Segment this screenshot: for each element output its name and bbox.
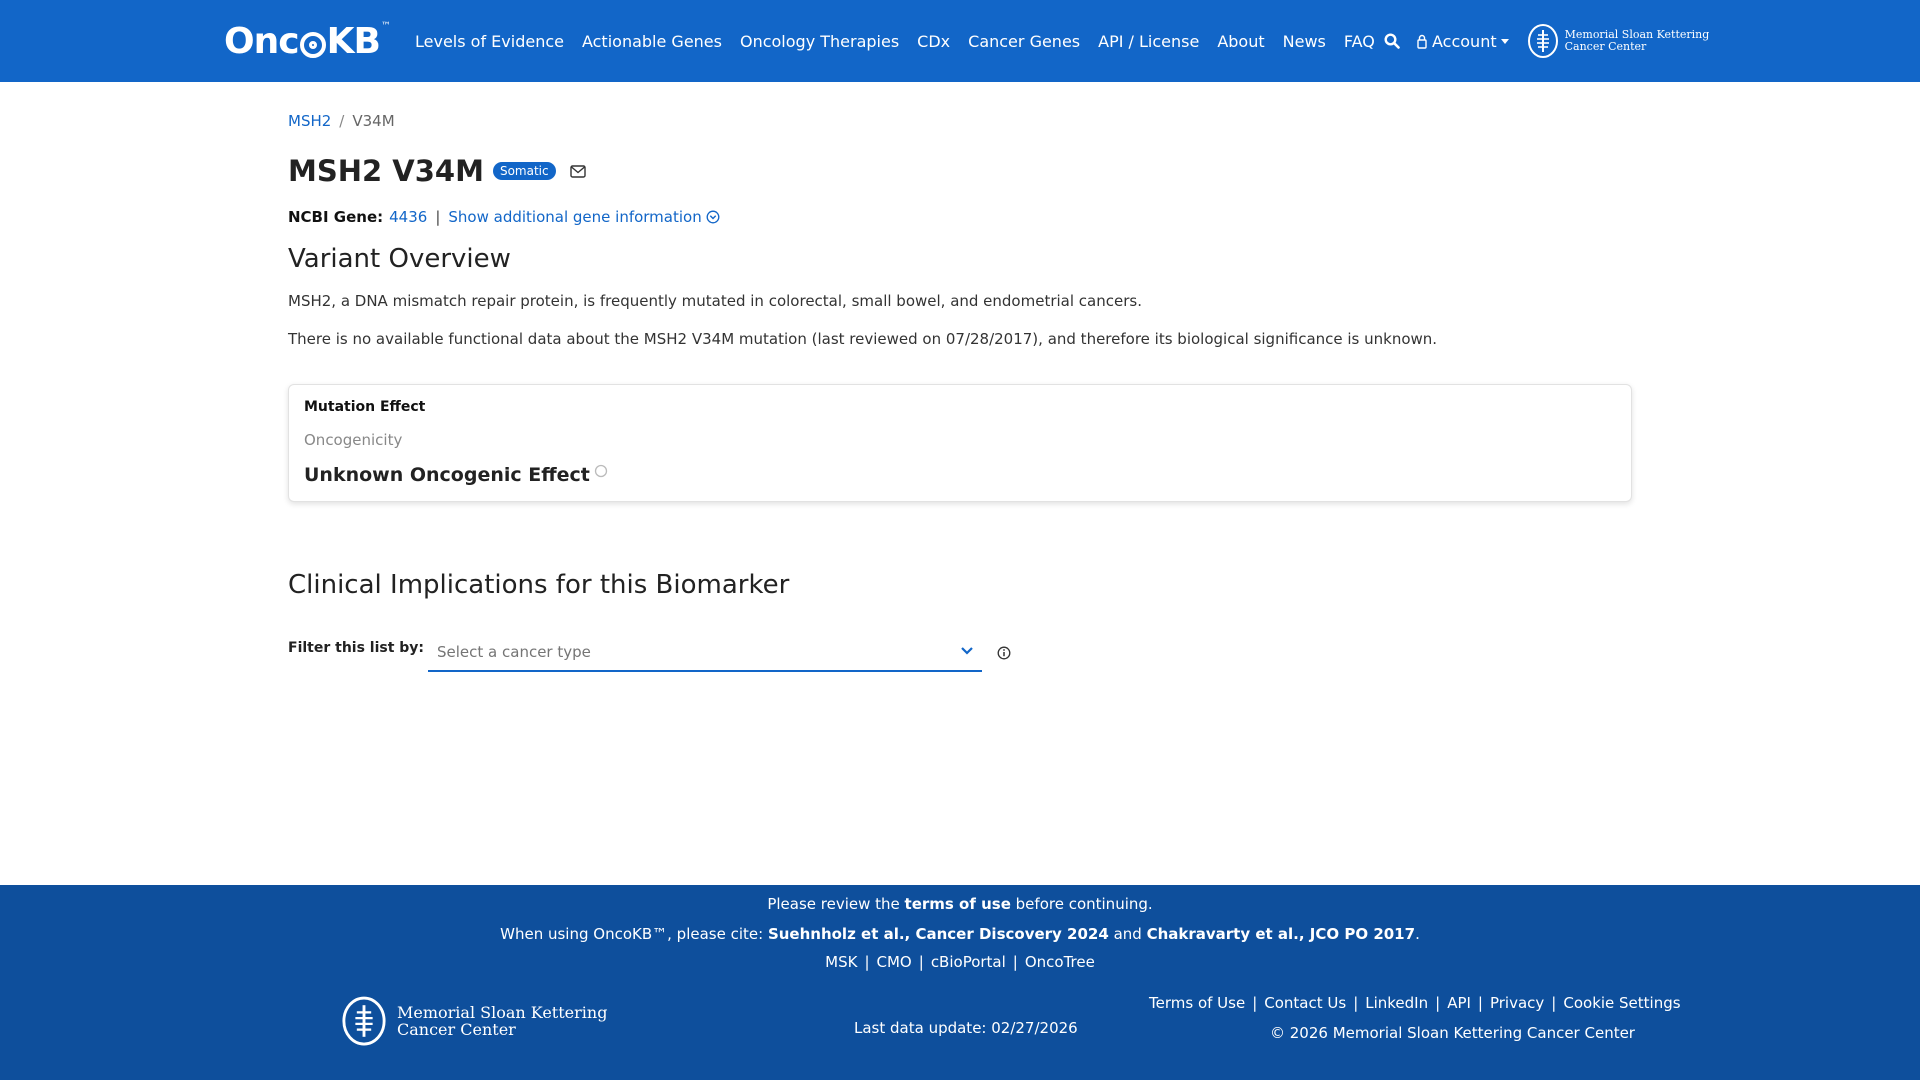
variant-overview-heading: Variant Overview bbox=[288, 244, 511, 274]
ncbi-separator: | bbox=[435, 208, 441, 226]
footer-sep: | bbox=[1551, 994, 1557, 1012]
footer-sep: | bbox=[918, 953, 924, 971]
search-icon[interactable] bbox=[1384, 33, 1400, 49]
footer-sep: | bbox=[1477, 994, 1483, 1012]
footer-sep: | bbox=[864, 953, 870, 971]
footer-cite-and: and bbox=[1108, 925, 1147, 943]
nav-about[interactable]: About bbox=[1208, 32, 1273, 51]
footer-sep: | bbox=[1252, 994, 1258, 1012]
account-label: Account bbox=[1432, 31, 1497, 51]
nav-faq[interactable]: FAQ bbox=[1335, 32, 1384, 51]
somatic-badge: Somatic bbox=[492, 162, 556, 180]
footer-partner-links: MSK | CMO | cBioPortal | OncoTree bbox=[0, 953, 1920, 971]
msk-line2: Cancer Center bbox=[1564, 40, 1647, 53]
ncbi-gene-link[interactable]: 4436 bbox=[389, 208, 427, 226]
page-title: MSH2 V34M bbox=[288, 154, 484, 188]
cancer-type-select[interactable] bbox=[428, 634, 982, 672]
mail-icon[interactable] bbox=[569, 164, 586, 178]
footer-right-links: Terms of Use | Contact Us | LinkedIn | API | Pri… bbox=[1149, 994, 1681, 1012]
show-gene-info-link[interactable]: Show additional gene information bbox=[448, 208, 701, 226]
footer-link-oncotree[interactable]: OncoTree bbox=[1025, 953, 1095, 971]
footer-msk-logo[interactable]: Memorial Sloan Kettering Cancer Center bbox=[341, 995, 607, 1047]
footer-terms-link[interactable]: Terms of Use bbox=[1149, 994, 1245, 1012]
circle-outline-icon[interactable] bbox=[594, 464, 608, 478]
cancer-type-input[interactable] bbox=[428, 634, 939, 670]
footer: Please review the terms of use before co… bbox=[0, 885, 1920, 1080]
mutation-effect-card: Mutation Effect Oncogenicity Unknown Onc… bbox=[288, 384, 1632, 502]
top-navbar: Onc KB ™ Levels of Evidence Actionable Gen… bbox=[0, 0, 1920, 82]
overview-paragraph-1: MSH2, a DNA mismatch repair protein, is … bbox=[288, 292, 1142, 310]
caret-down-icon bbox=[1500, 38, 1509, 44]
footer-cite-end: . bbox=[1415, 925, 1420, 943]
account-menu[interactable]: Account bbox=[1416, 32, 1509, 51]
msk-nav-logo[interactable]: Memorial Sloan Kettering Cancer Center bbox=[1527, 23, 1710, 59]
logo-o-mark-icon bbox=[299, 32, 326, 58]
footer-contact-link[interactable]: Contact Us bbox=[1264, 994, 1346, 1012]
footer-cite-line: When using OncoKB™, please cite: Suehnho… bbox=[0, 925, 1920, 943]
nav-api-license[interactable]: API / License bbox=[1089, 32, 1208, 51]
footer-link-msk[interactable]: MSK bbox=[825, 953, 857, 971]
msk-nav-text: Memorial Sloan Kettering Cancer Center bbox=[1565, 29, 1710, 53]
footer-cite-link-1[interactable]: Suehnholz et al., Cancer Discovery 2024 bbox=[768, 925, 1109, 943]
ncbi-gene-label: NCBI Gene: bbox=[288, 208, 384, 226]
footer-msk-text: Memorial Sloan Kettering Cancer Center bbox=[397, 1004, 607, 1038]
overview-paragraph-2: There is no available functional data ab… bbox=[288, 330, 1438, 348]
oncokb-logo[interactable]: Onc KB ™ bbox=[224, 20, 391, 64]
footer-sep: | bbox=[1353, 994, 1359, 1012]
footer-review-pre: Please review the bbox=[767, 895, 905, 913]
title-row: MSH2 V34M Somatic bbox=[288, 154, 586, 188]
footer-sep: | bbox=[1012, 953, 1018, 971]
footer-copyright: © 2026 Memorial Sloan Kettering Cancer C… bbox=[1270, 1024, 1635, 1042]
footer-cite-pre: When using OncoKB™, please cite: bbox=[500, 925, 768, 943]
nav-actionable-genes[interactable]: Actionable Genes bbox=[573, 32, 731, 51]
footer-api-link[interactable]: API bbox=[1447, 994, 1471, 1012]
main-nav: Levels of Evidence Actionable Genes Onco… bbox=[415, 0, 1384, 82]
footer-msk-line2: Cancer Center bbox=[397, 1020, 516, 1039]
info-circle-icon[interactable] bbox=[997, 646, 1011, 660]
logo-tm: ™ bbox=[380, 21, 391, 32]
footer-link-cmo[interactable]: CMO bbox=[877, 953, 912, 971]
filter-label: Filter this list by: bbox=[288, 640, 425, 656]
logo-text-kb: KB bbox=[326, 21, 381, 62]
chevron-down-icon[interactable] bbox=[960, 646, 974, 656]
msk-logo-icon bbox=[1527, 24, 1558, 58]
breadcrumb-variant: V34M bbox=[352, 112, 395, 130]
footer-link-cbioportal[interactable]: cBioPortal bbox=[931, 953, 1006, 971]
oncogenicity-value-text: Unknown Oncogenic Effect bbox=[304, 464, 590, 486]
footer-terms-line: Please review the terms of use before co… bbox=[0, 895, 1920, 913]
breadcrumb: MSH2 / V34M bbox=[288, 112, 395, 130]
logo-text-onc: Onc bbox=[224, 21, 300, 62]
footer-linkedin-link[interactable]: LinkedIn bbox=[1365, 994, 1428, 1012]
clinical-implications-heading: Clinical Implications for this Biomarker bbox=[288, 570, 790, 600]
nav-right: Account Memorial Sloan Kettering Cancer … bbox=[1384, 0, 1709, 82]
oncogenicity-value: Unknown Oncogenic Effect bbox=[304, 464, 608, 486]
ncbi-gene-row: NCBI Gene: 4436 | Show additional gene i… bbox=[288, 208, 720, 226]
footer-privacy-link[interactable]: Privacy bbox=[1490, 994, 1544, 1012]
footer-cookie-settings-link[interactable]: Cookie Settings bbox=[1563, 994, 1680, 1012]
msk-logo-icon bbox=[342, 996, 386, 1046]
nav-levels-of-evidence[interactable]: Levels of Evidence bbox=[415, 32, 573, 51]
breadcrumb-gene[interactable]: MSH2 bbox=[288, 112, 331, 130]
footer-cite-link-2[interactable]: Chakravarty et al., JCO PO 2017 bbox=[1147, 925, 1416, 943]
footer-sep: | bbox=[1435, 994, 1441, 1012]
last-data-update: Last data update: 02/27/2026 bbox=[854, 1019, 1078, 1037]
nav-oncology-therapies[interactable]: Oncology Therapies bbox=[731, 32, 908, 51]
mutation-effect-label: Mutation Effect bbox=[304, 399, 426, 415]
footer-terms-of-use-link[interactable]: terms of use bbox=[905, 895, 1011, 913]
chevron-circle-down-icon[interactable] bbox=[706, 210, 720, 224]
nav-cdx[interactable]: CDx bbox=[908, 32, 959, 51]
oncogenicity-label: Oncogenicity bbox=[304, 431, 403, 449]
nav-news[interactable]: News bbox=[1274, 32, 1335, 51]
nav-cancer-genes[interactable]: Cancer Genes bbox=[959, 32, 1089, 51]
user-icon bbox=[1417, 34, 1427, 49]
breadcrumb-separator: / bbox=[339, 112, 345, 130]
footer-review-post: before continuing. bbox=[1010, 895, 1153, 913]
